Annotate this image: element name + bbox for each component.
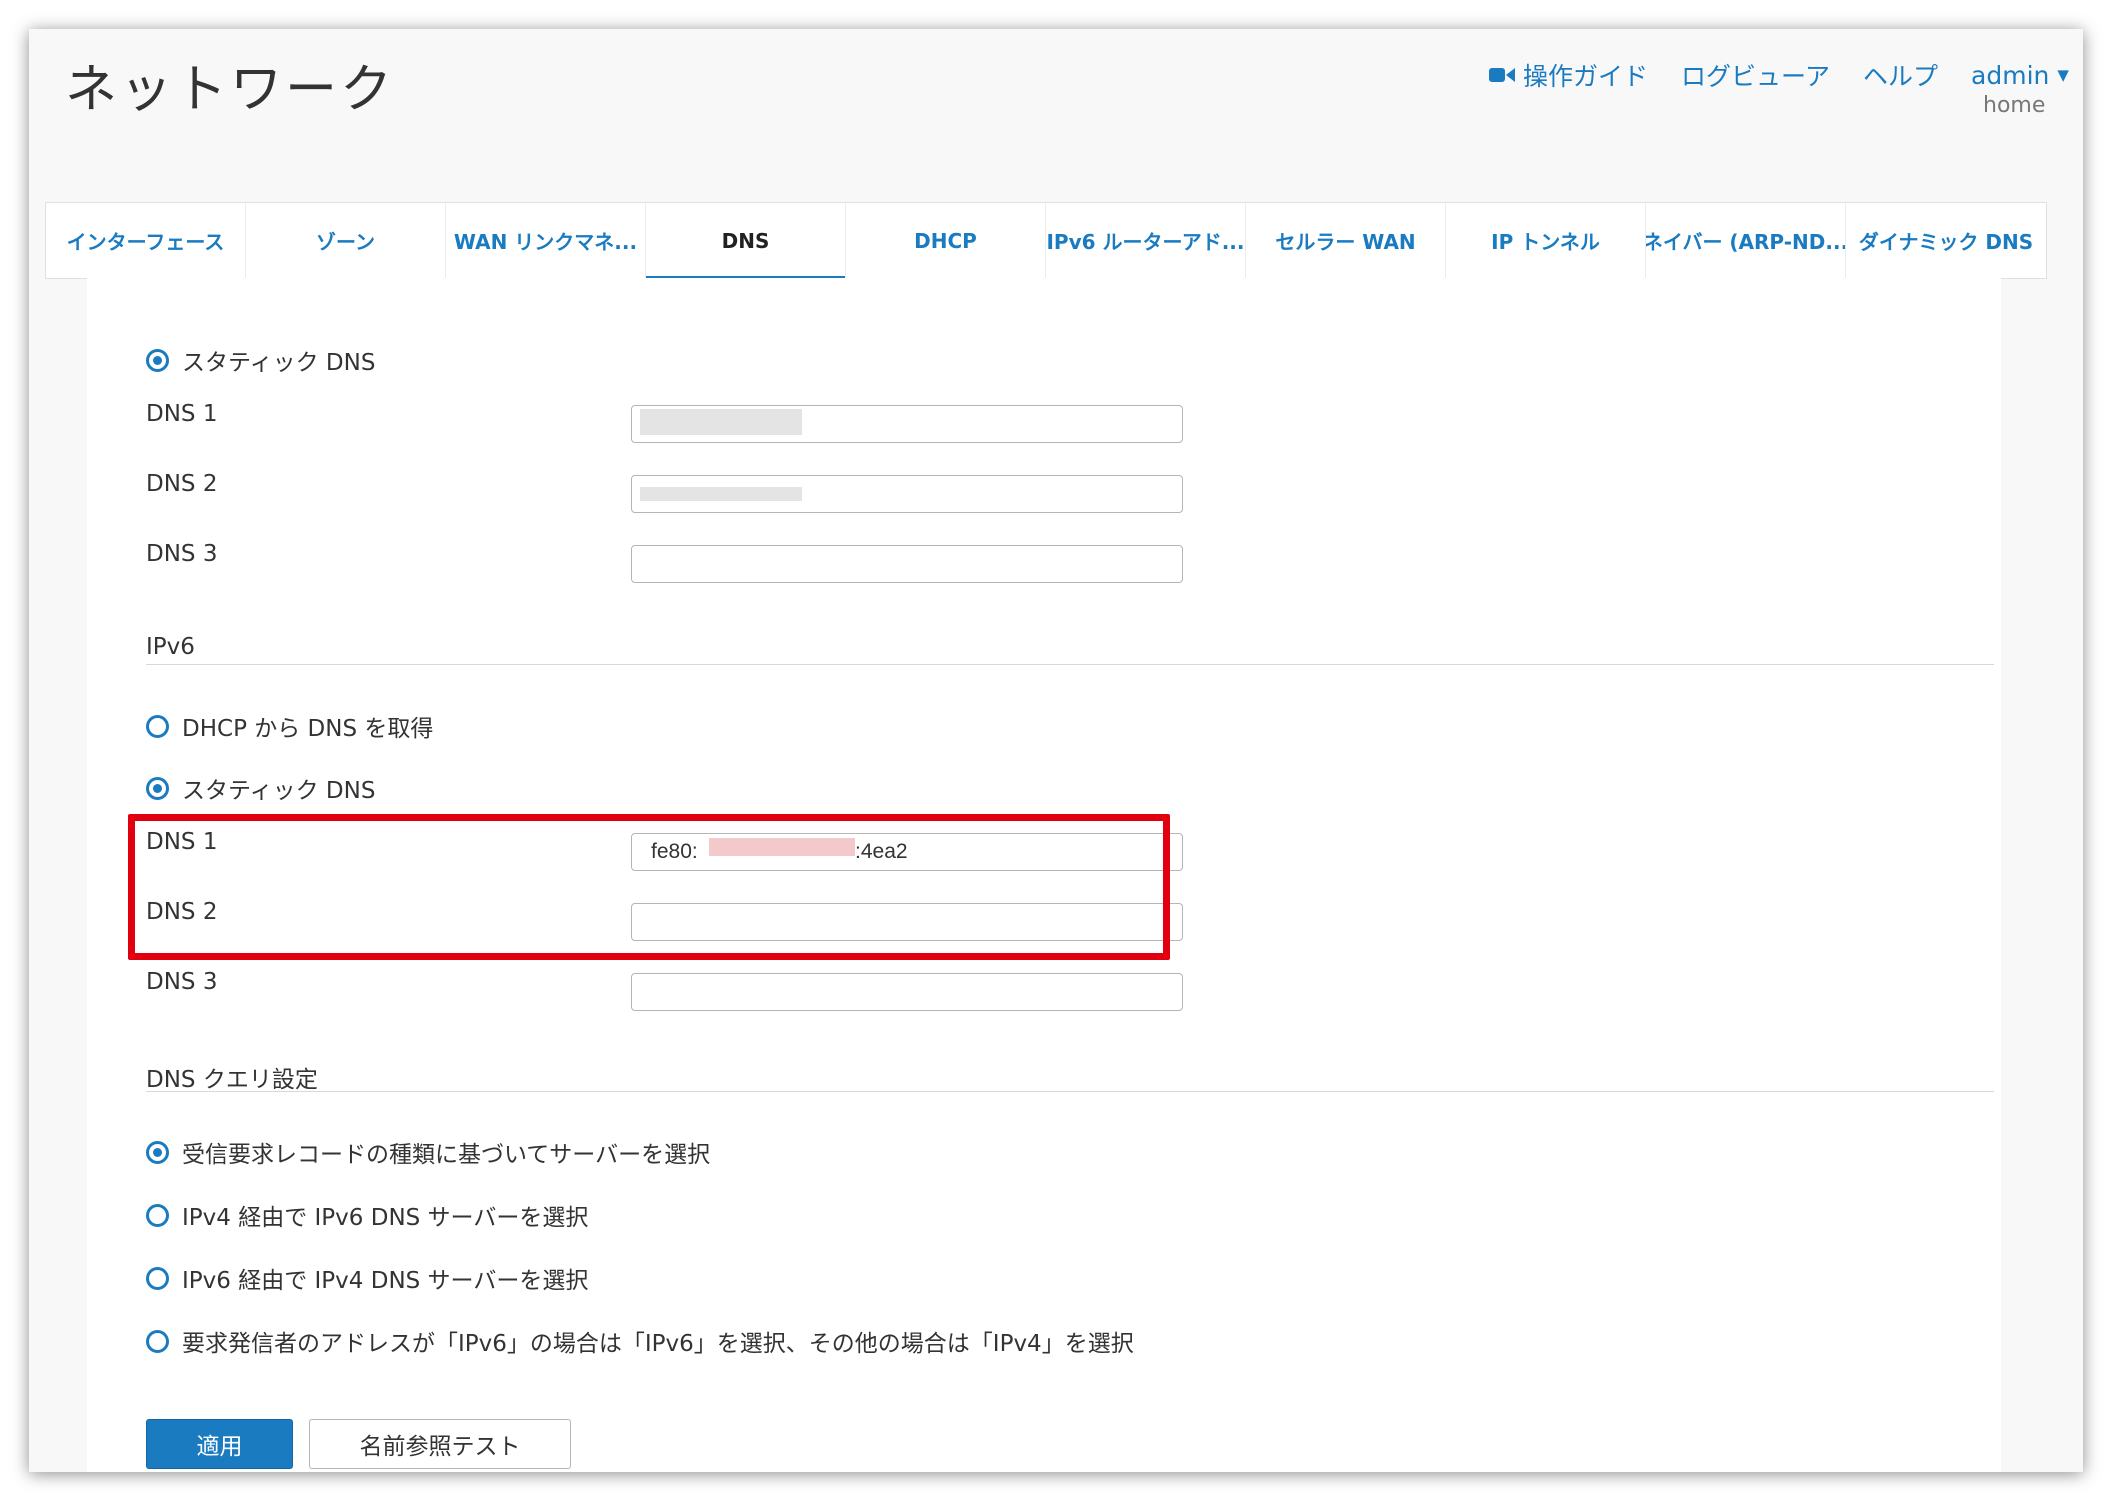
tab-dhcp[interactable]: DHCP [846, 203, 1046, 278]
ipv4-dns1-label: DNS 1 [146, 401, 218, 427]
query-option-label: 受信要求レコードの種類に基づいてサーバーを選択 [182, 1142, 711, 1168]
highlight-box [128, 814, 1170, 960]
video-camera-icon [1489, 66, 1515, 84]
top-links: 操作ガイド ログビューア ヘルプ admin ▼ [1489, 55, 2069, 95]
ipv6-dhcp-radio-row[interactable]: DHCP から DNS を取得 [146, 709, 433, 743]
lookup-test-button[interactable]: 名前参照テスト [309, 1419, 571, 1469]
tab-wan-link[interactable]: WAN リンクマネ... [446, 203, 646, 278]
query-option-ipv4-via-ipv6[interactable]: IPv6 経由で IPv4 DNS サーバーを選択 [146, 1261, 588, 1295]
apply-button[interactable]: 適用 [146, 1419, 293, 1469]
ipv4-static-radio[interactable] [146, 348, 169, 372]
tab-neighbor[interactable]: ネイバー (ARP-ND... [1646, 203, 1846, 278]
query-option-radio[interactable] [146, 1203, 169, 1227]
tab-interface[interactable]: インターフェース [46, 203, 246, 278]
ipv4-static-label: スタティック DNS [182, 350, 376, 376]
ipv4-dns2-label: DNS 2 [146, 471, 218, 497]
query-option-record-type[interactable]: 受信要求レコードの種類に基づいてサーバーを選択 [146, 1135, 710, 1169]
query-option-radio[interactable] [146, 1140, 169, 1164]
ipv4-dns3-label: DNS 3 [146, 541, 218, 567]
tab-dynamic-dns[interactable]: ダイナミック DNS [1846, 203, 2046, 278]
query-option-radio[interactable] [146, 1266, 169, 1290]
tab-bar: インターフェース ゾーン WAN リンクマネ... DNS DHCP IPv6 … [45, 202, 2047, 279]
guide-link[interactable]: 操作ガイド [1489, 57, 1648, 93]
user-name: admin [1971, 60, 2050, 90]
dns-query-heading: DNS クエリ設定 [146, 1067, 318, 1093]
ipv6-static-label: スタティック DNS [182, 778, 376, 804]
tab-cellular-wan[interactable]: セルラー WAN [1246, 203, 1446, 278]
ipv4-static-radio-row[interactable]: スタティック DNS [146, 343, 375, 377]
ipv6-static-radio-row[interactable]: スタティック DNS [146, 771, 375, 805]
ipv6-dns3-label: DNS 3 [146, 969, 218, 995]
query-option-label: IPv4 経由で IPv6 DNS サーバーを選択 [182, 1205, 589, 1231]
dns-query-divider [146, 1091, 1994, 1092]
user-menu[interactable]: admin ▼ [1971, 61, 2069, 90]
redacted-value [640, 487, 802, 501]
network-window: ネットワーク 操作ガイド ログビューア ヘルプ admin ▼ home インタ… [29, 29, 2083, 1472]
log-viewer-link[interactable]: ログビューア [1681, 57, 1830, 93]
query-option-label: IPv6 経由で IPv4 DNS サーバーを選択 [182, 1268, 589, 1294]
ipv6-dhcp-radio[interactable] [146, 714, 169, 738]
ipv4-dns1-input[interactable] [631, 405, 1183, 443]
query-option-by-requester[interactable]: 要求発信者のアドレスが「IPv6」の場合は「IPv6」を選択、その他の場合は「I… [146, 1324, 1134, 1358]
redacted-value [640, 409, 802, 435]
query-option-radio[interactable] [146, 1329, 169, 1353]
ipv6-dns3-input[interactable] [631, 973, 1183, 1011]
tab-dns[interactable]: DNS [646, 203, 846, 278]
ipv6-heading: IPv6 [146, 634, 195, 660]
ipv6-static-radio[interactable] [146, 776, 169, 800]
ipv6-dhcp-label: DHCP から DNS を取得 [182, 716, 434, 742]
dns-settings-panel: スタティック DNS DNS 1 DNS 2 DNS 3 IPv6 DHCP か… [87, 278, 2001, 1472]
ipv4-dns3-input[interactable] [631, 545, 1183, 583]
caret-down-icon: ▼ [2057, 66, 2069, 84]
tab-zone[interactable]: ゾーン [246, 203, 446, 278]
ipv6-divider [146, 664, 1994, 665]
query-option-label: 要求発信者のアドレスが「IPv6」の場合は「IPv6」を選択、その他の場合は「I… [182, 1331, 1134, 1357]
tab-ipv6-router-ad[interactable]: IPv6 ルーターアド... [1046, 203, 1246, 278]
help-link[interactable]: ヘルプ [1863, 57, 1938, 93]
ipv4-dns2-input[interactable] [631, 475, 1183, 513]
guide-link-label: 操作ガイド [1523, 62, 1649, 91]
user-sub-label: home [1983, 93, 2046, 118]
query-option-ipv6-via-ipv4[interactable]: IPv4 経由で IPv6 DNS サーバーを選択 [146, 1198, 588, 1232]
tab-ip-tunnel[interactable]: IP トンネル [1446, 203, 1646, 278]
page-title: ネットワーク [65, 60, 396, 120]
